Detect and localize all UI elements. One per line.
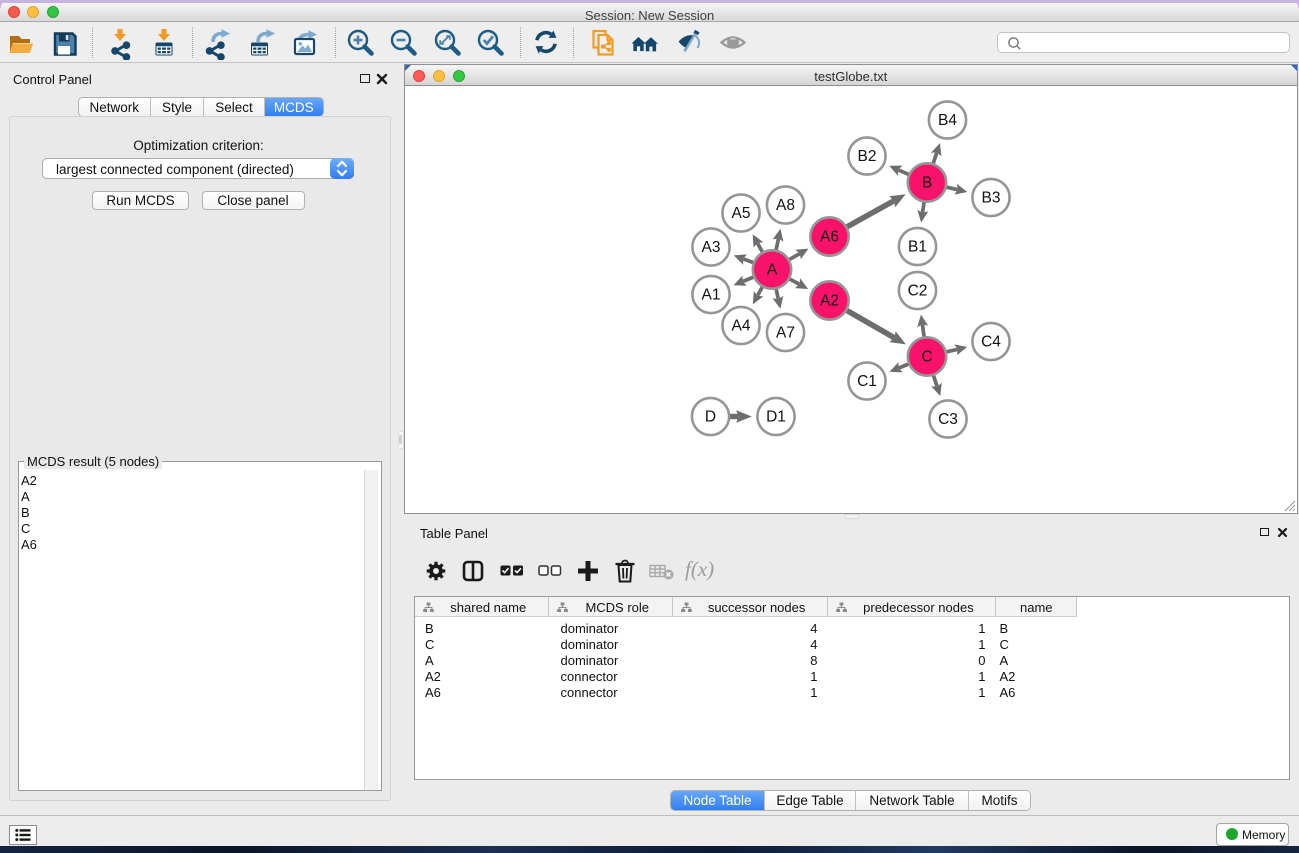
svg-text:C: C [921,349,932,366]
svg-text:C3: C3 [938,411,958,428]
svg-text:A: A [767,262,778,279]
svg-text:B2: B2 [858,148,877,165]
svg-text:A4: A4 [732,318,751,335]
svg-text:A7: A7 [776,325,795,342]
svg-text:A6: A6 [820,229,839,246]
svg-text:B4: B4 [938,112,957,129]
svg-text:A3: A3 [702,239,721,256]
svg-text:B: B [922,175,932,192]
svg-text:A1: A1 [702,287,721,304]
svg-text:A2: A2 [820,293,839,310]
svg-text:A8: A8 [776,197,795,214]
svg-text:C2: C2 [908,283,928,300]
svg-text:B1: B1 [908,239,927,256]
svg-text:D1: D1 [766,409,786,426]
svg-text:C4: C4 [981,334,1001,351]
svg-text:A5: A5 [732,205,751,222]
svg-text:B3: B3 [982,190,1001,207]
svg-text:C1: C1 [857,373,877,390]
svg-text:D: D [705,409,716,426]
